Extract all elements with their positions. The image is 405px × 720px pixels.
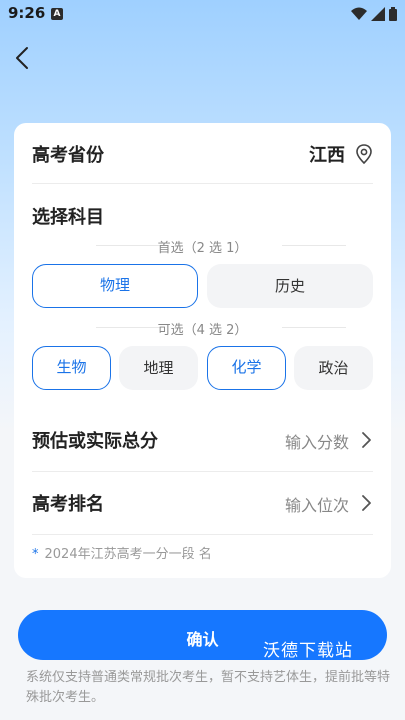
subject-physics-button[interactable]: 物理 [32, 264, 198, 308]
secondary-group-label: 可选（4 选 2） [157, 323, 248, 338]
note-star: * [32, 547, 39, 562]
score-label: 预估或实际总分 [32, 431, 158, 452]
battery-icon [389, 7, 397, 21]
status-time: 9:26 [8, 4, 46, 22]
divider [32, 534, 373, 535]
watermark: 沃德下载站 [263, 641, 353, 661]
chevron-right-icon [362, 432, 371, 448]
rank-input-row[interactable]: 高考排名 输入位次 [32, 490, 373, 518]
divider [32, 471, 373, 472]
primary-group-label: 首选（2 选 1） [157, 241, 248, 256]
subject-chemistry-button[interactable]: 化学 [207, 346, 286, 390]
status-bar: 9:26 A [0, 0, 405, 28]
disclaimer-text: 系统仅支持普通类常规批次考生，暂不支持艺体生，提前批等特殊批次考生。 [26, 670, 391, 705]
subjects-title: 选择科目 [32, 207, 104, 228]
group-line [282, 327, 346, 328]
chevron-left-icon [16, 47, 28, 69]
notification-a-icon: A [51, 8, 63, 20]
province-label: 高考省份 [32, 145, 104, 166]
note-text: 2024年江苏高考一分一段 名 [44, 547, 212, 562]
group-line [282, 245, 346, 246]
score-input[interactable]: 输入分数 [285, 429, 349, 453]
signal-icon [371, 7, 385, 21]
rank-label: 高考排名 [32, 494, 104, 515]
status-icons [351, 6, 397, 22]
subject-history-button[interactable]: 历史 [207, 264, 373, 308]
subject-politics-button[interactable]: 政治 [294, 346, 373, 390]
province-value[interactable]: 江西 [309, 141, 345, 167]
form-card: 高考省份 江西 选择科目 首选（2 选 1） 物理 历史 可选（4 选 2） 生… [14, 123, 391, 578]
divider [32, 183, 373, 184]
location-icon[interactable] [355, 143, 373, 165]
wifi-icon [351, 7, 367, 20]
chevron-right-icon [362, 495, 371, 511]
subject-biology-button[interactable]: 生物 [32, 346, 111, 390]
subject-geography-button[interactable]: 地理 [119, 346, 198, 390]
score-source-note: * 2024年江苏高考一分一段 名 [32, 543, 212, 562]
back-button[interactable] [12, 42, 36, 74]
province-row[interactable]: 高考省份 江西 [32, 141, 373, 167]
confirm-button[interactable]: 确认 沃德下载站 [18, 610, 387, 661]
rank-input[interactable]: 输入位次 [285, 492, 349, 516]
score-input-row[interactable]: 预估或实际总分 输入分数 [32, 427, 373, 455]
